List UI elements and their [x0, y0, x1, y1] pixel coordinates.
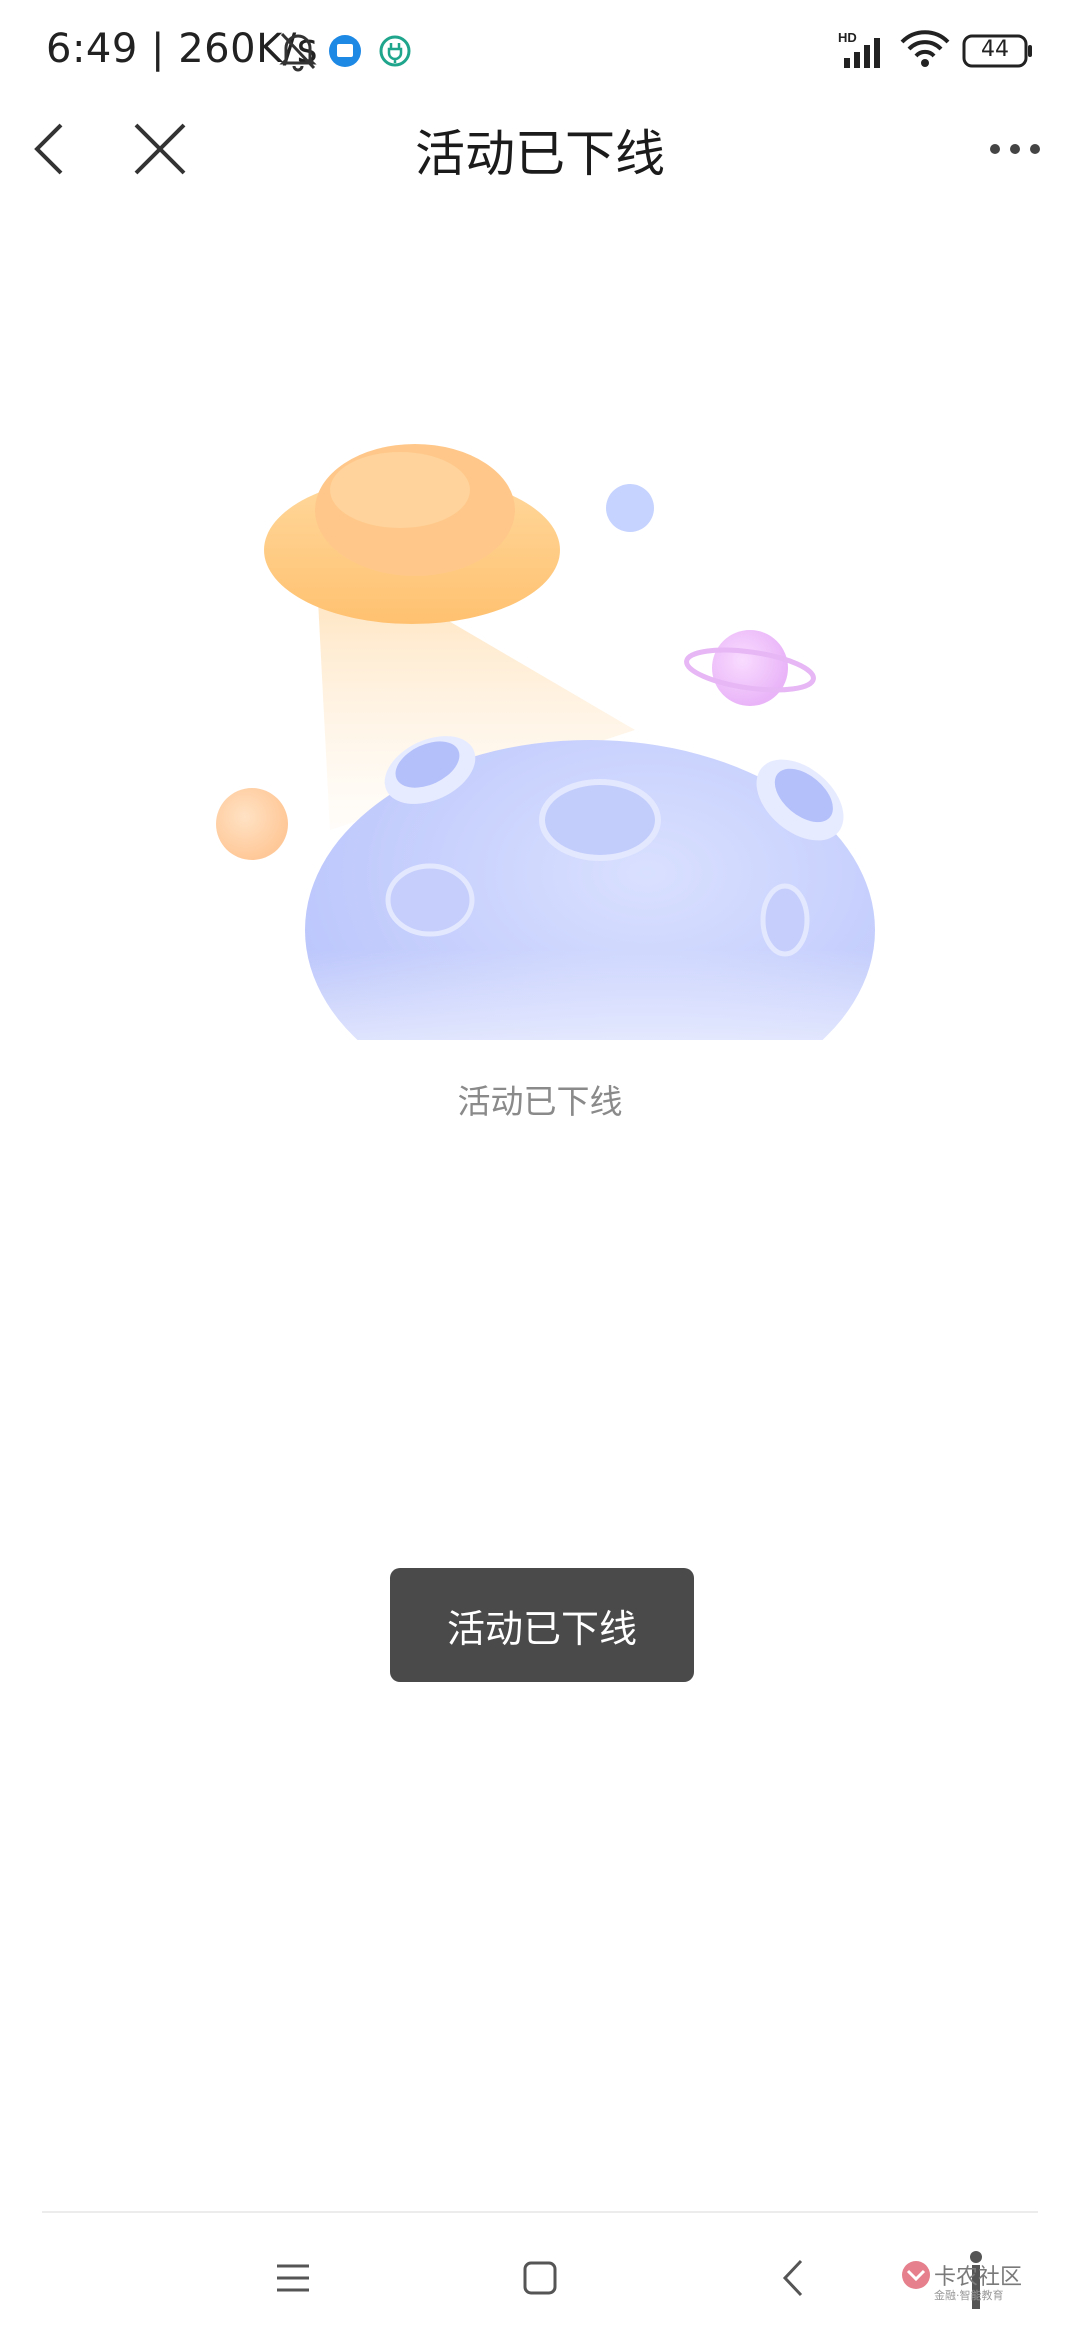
toast-text: 活动已下线 [446, 1606, 637, 1651]
community-watermark: 卡农社区 金融·智能教育 [898, 2245, 1028, 2315]
toast-message: 活动已下线 [390, 1568, 694, 1682]
svg-text:HD: HD [838, 30, 857, 45]
battery-level: 44 [981, 37, 1009, 62]
signal-hd-icon: HD [838, 30, 890, 74]
chevron-left-icon [782, 2259, 803, 2297]
empty-state-text: 活动已下线 [457, 1082, 623, 1121]
recent-apps-button[interactable] [258, 2243, 328, 2313]
offline-illustration [200, 400, 880, 1120]
wifi-icon [900, 30, 950, 74]
more-options-button[interactable] [980, 114, 1050, 184]
bell-mute-icon [278, 30, 318, 76]
battery-icon: 44 [962, 30, 1034, 74]
status-bar: 6:49 | 260K/s HD 44 [0, 0, 1080, 100]
page-title: 活动已下线 [415, 125, 665, 183]
system-back-button[interactable] [758, 2243, 828, 2313]
charging-plug-icon [378, 34, 412, 72]
home-button[interactable] [505, 2243, 575, 2313]
watermark-subtext: 金融·智能教育 [934, 2289, 1004, 2302]
menu-icon [277, 2264, 309, 2292]
top-nav-bar: 活动已下线 [0, 100, 1080, 200]
more-dots-icon [990, 144, 1040, 154]
app-notification-icon [328, 34, 362, 72]
square-home-icon [523, 2261, 557, 2295]
